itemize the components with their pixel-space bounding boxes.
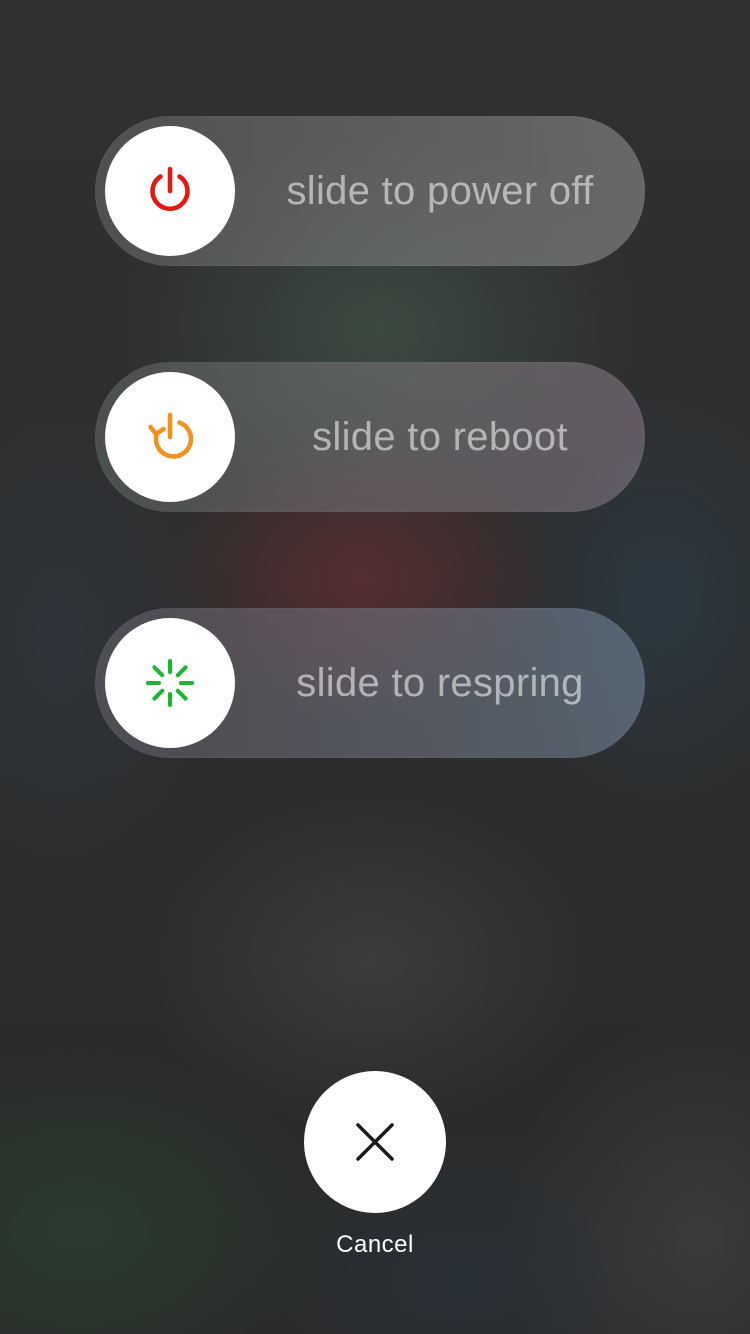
cancel-button[interactable] xyxy=(304,1071,446,1213)
cancel-label[interactable]: Cancel xyxy=(0,1231,750,1259)
respring-slider-knob[interactable] xyxy=(105,618,235,748)
respring-spinner-icon xyxy=(146,659,194,707)
power-off-slider-knob[interactable] xyxy=(105,126,235,256)
reboot-slider-label: slide to reboot xyxy=(312,415,568,459)
respring-slider[interactable]: slide to respring xyxy=(95,608,645,758)
reboot-icon xyxy=(148,412,194,459)
power-off-slider-label: slide to power off xyxy=(286,169,594,213)
power-menu-screen: slide to power off slide to reboot slide… xyxy=(0,0,750,1334)
respring-slider-label: slide to respring xyxy=(296,661,584,705)
reboot-slider[interactable]: slide to reboot xyxy=(95,362,645,512)
reboot-slider-knob[interactable] xyxy=(105,372,235,502)
power-off-slider[interactable]: slide to power off xyxy=(95,116,645,266)
power-icon xyxy=(150,166,190,211)
cancel-section: Cancel xyxy=(0,1071,750,1259)
close-icon xyxy=(356,1123,394,1161)
